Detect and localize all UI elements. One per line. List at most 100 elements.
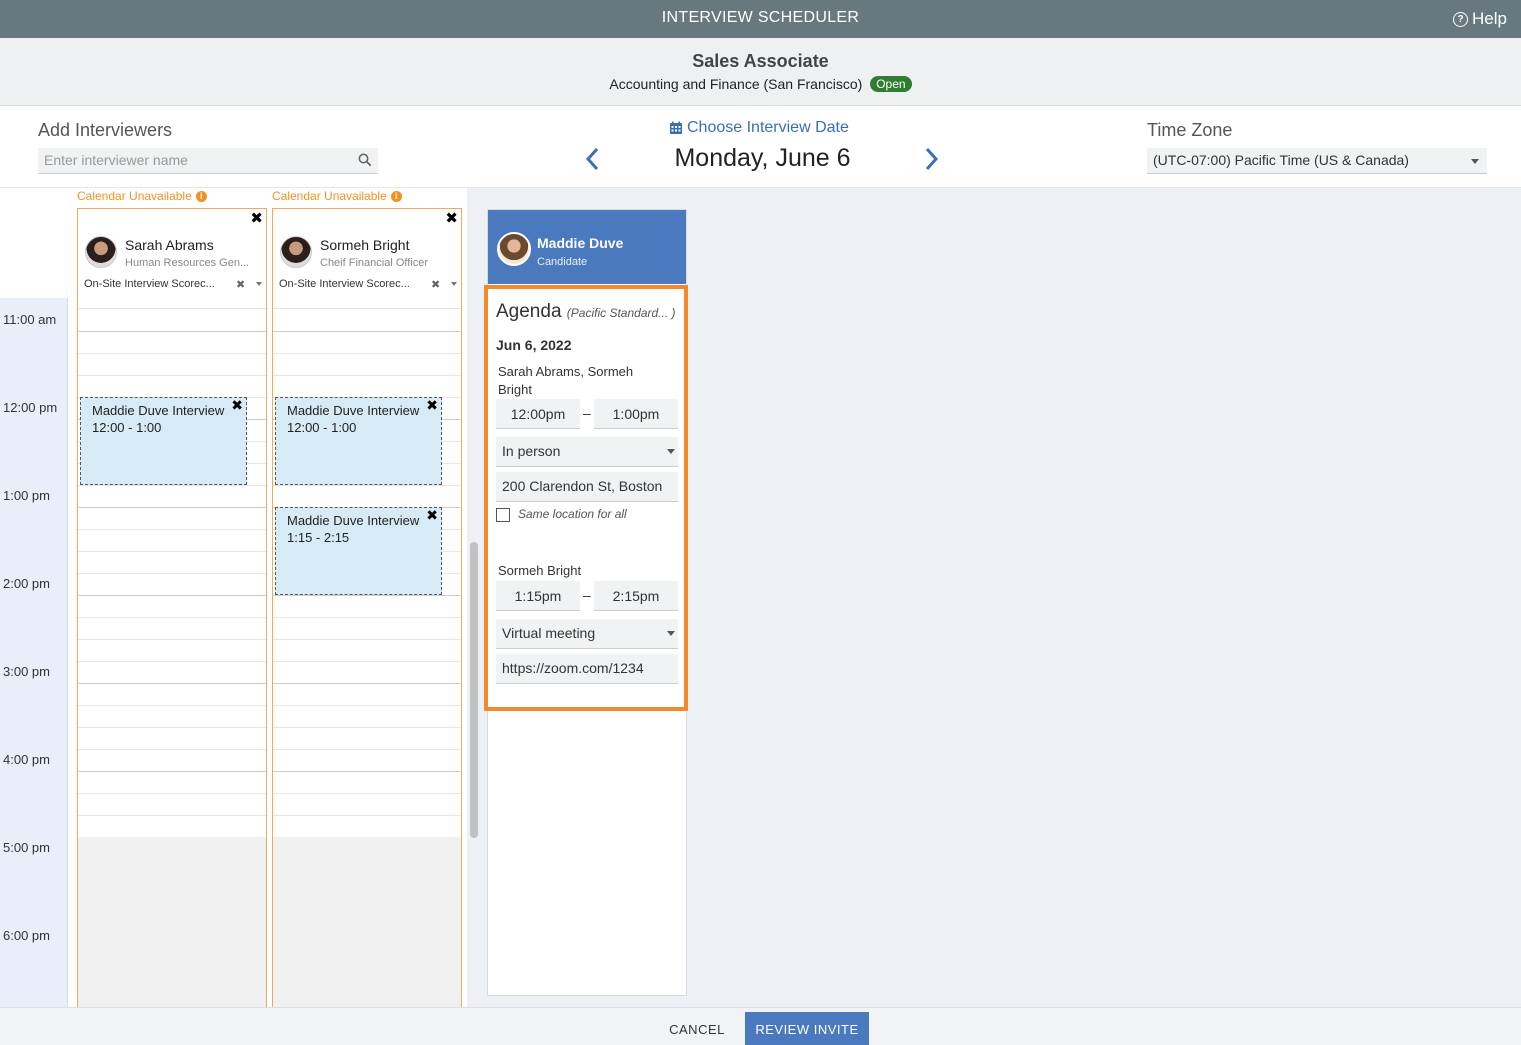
interviewer-role: Cheif Financial Officer bbox=[320, 257, 429, 269]
grid-line bbox=[273, 353, 461, 354]
search-icon[interactable] bbox=[358, 153, 372, 167]
after-hours-block bbox=[78, 837, 266, 1007]
grid-line bbox=[78, 705, 266, 706]
grid-line bbox=[78, 353, 266, 354]
time-grid[interactable]: Maddie Duve Interview 12:00 - 1:00 ✖ bbox=[78, 309, 266, 1007]
interviewer-header: ✖ Sarah Abrams Human Resources Gen... On… bbox=[78, 209, 266, 309]
agenda-title: Agenda (Pacific Standard... ) bbox=[496, 301, 676, 323]
time-separator: – bbox=[583, 405, 591, 421]
grid-line bbox=[78, 595, 266, 596]
avatar bbox=[497, 232, 531, 266]
time-label: 11:00 am bbox=[3, 312, 57, 327]
interviewer-name: Sarah Abrams bbox=[125, 237, 214, 253]
review-invite-button[interactable]: REVIEW INVITE bbox=[745, 1012, 869, 1045]
time-label: 6:00 pm bbox=[3, 928, 50, 943]
grid-line bbox=[78, 529, 266, 530]
grid-line bbox=[273, 793, 461, 794]
grid-line bbox=[273, 727, 461, 728]
location-field[interactable]: 200 Clarendon St, Boston bbox=[496, 472, 678, 502]
agenda-interviewers: Sormeh Bright bbox=[498, 563, 582, 578]
calendar-unavailable-label: Calendar Unavailable bbox=[272, 189, 387, 203]
timezone-select[interactable]: (UTC-07:00) Pacific Time (US & Canada) bbox=[1147, 148, 1487, 174]
grid-line bbox=[273, 375, 461, 376]
grid-line bbox=[273, 749, 461, 750]
close-icon[interactable]: ✖ bbox=[231, 397, 243, 414]
same-location-label: Same location for all bbox=[518, 507, 627, 521]
cancel-button[interactable]: CANCEL bbox=[660, 1012, 734, 1045]
help-icon: ? bbox=[1453, 11, 1469, 27]
close-icon[interactable]: ✖ bbox=[426, 507, 438, 524]
candidate-name: Maddie Duve bbox=[537, 235, 624, 251]
interviewer-role: Human Resources Gen... bbox=[125, 257, 250, 269]
interviewer-column: ✖ Sormeh Bright Cheif Financial Officer … bbox=[272, 208, 462, 1007]
event-time: 12:00 - 1:00 bbox=[92, 420, 162, 435]
grid-line bbox=[273, 815, 461, 816]
timezone-label: Time Zone bbox=[1147, 120, 1233, 140]
event-time: 1:15 - 2:15 bbox=[287, 530, 350, 545]
grid-line bbox=[78, 485, 266, 486]
caret-down-icon bbox=[256, 282, 262, 286]
end-time-field[interactable]: 2:15pm bbox=[594, 581, 678, 611]
agenda-panel: Agenda (Pacific Standard... ) Jun 6, 202… bbox=[484, 285, 688, 711]
event-time: 12:00 - 1:00 bbox=[287, 420, 357, 435]
calendar-unavailable-label: Calendar Unavailable bbox=[77, 189, 192, 203]
start-time-field[interactable]: 12:00pm bbox=[496, 399, 580, 429]
same-location-checkbox[interactable] bbox=[496, 508, 510, 522]
close-icon[interactable]: ✖ bbox=[426, 397, 438, 414]
grid-line bbox=[78, 683, 266, 684]
current-date: Monday, June 6 bbox=[674, 144, 851, 172]
start-time-field[interactable]: 1:15pm bbox=[496, 581, 580, 611]
interview-event[interactable]: Maddie Duve Interview 12:00 - 1:00 ✖ bbox=[80, 397, 247, 485]
avatar bbox=[85, 236, 117, 268]
footer-actions: CANCEL REVIEW INVITE bbox=[0, 1007, 1521, 1045]
time-grid[interactable]: Maddie Duve Interview 12:00 - 1:00 ✖ Mad… bbox=[273, 309, 461, 1007]
timezone-value: (UTC-07:00) Pacific Time (US & Canada) bbox=[1153, 152, 1409, 168]
grid-line bbox=[273, 331, 461, 332]
help-label: Help bbox=[1472, 9, 1507, 28]
help-link[interactable]: ? Help bbox=[1453, 9, 1507, 29]
scorecard-select[interactable]: On-Site Interview Scorec... ✖ bbox=[279, 278, 459, 293]
calendar-icon bbox=[670, 121, 682, 134]
meeting-type-value: Virtual meeting bbox=[502, 625, 596, 641]
end-time-field[interactable]: 1:00pm bbox=[594, 399, 678, 429]
interview-event[interactable]: Maddie Duve Interview 1:15 - 2:15 ✖ bbox=[275, 507, 442, 595]
info-icon[interactable]: i bbox=[195, 190, 207, 202]
interview-event[interactable]: Maddie Duve Interview 12:00 - 1:00 ✖ bbox=[275, 397, 442, 485]
meeting-type-select[interactable]: Virtual meeting bbox=[496, 619, 678, 649]
time-label: 2:00 pm bbox=[3, 576, 50, 591]
close-icon[interactable]: ✖ bbox=[250, 209, 263, 227]
close-icon[interactable]: ✖ bbox=[445, 209, 458, 227]
clear-icon[interactable]: ✖ bbox=[431, 278, 440, 291]
scorecard-select[interactable]: On-Site Interview Scorec... ✖ bbox=[84, 278, 264, 293]
scheduler-controls: Add Interviewers Choose Interview Date M… bbox=[0, 106, 1521, 188]
chevron-right-icon[interactable] bbox=[921, 146, 941, 172]
event-title: Maddie Duve Interview bbox=[287, 513, 420, 528]
grid-line bbox=[273, 617, 461, 618]
candidate-header: Maddie Duve Candidate bbox=[488, 210, 686, 284]
chevron-left-icon[interactable] bbox=[583, 146, 603, 172]
meeting-type-select[interactable]: In person bbox=[496, 437, 678, 467]
grid-line bbox=[78, 551, 266, 552]
interviewer-search-input[interactable] bbox=[38, 148, 338, 172]
grid-line bbox=[78, 749, 266, 750]
info-icon[interactable]: i bbox=[390, 190, 402, 202]
interviewer-header: ✖ Sormeh Bright Cheif Financial Officer … bbox=[273, 209, 461, 309]
job-title: Sales Associate bbox=[692, 51, 829, 71]
grid-line bbox=[78, 639, 266, 640]
agenda-interviewers: Sarah Abrams, Sormeh Bright bbox=[498, 364, 634, 397]
calendar-unavailable-warning: Calendar Unavailable i bbox=[272, 189, 402, 203]
grid-line bbox=[273, 485, 461, 486]
grid-line bbox=[273, 683, 461, 684]
scorecard-value: On-Site Interview Scorec... bbox=[279, 278, 410, 290]
meeting-type-value: In person bbox=[502, 443, 561, 459]
scrollbar-thumb[interactable] bbox=[470, 542, 478, 838]
grid-line bbox=[273, 705, 461, 706]
choose-date-link[interactable]: Choose Interview Date bbox=[669, 119, 849, 137]
clear-icon[interactable]: ✖ bbox=[236, 278, 245, 291]
time-column: 11:00 am 12:00 pm 1:00 pm 2:00 pm 3:00 p… bbox=[0, 188, 68, 1007]
meeting-link-field[interactable]: https://zoom.com/1234 bbox=[496, 654, 678, 684]
grid-line bbox=[273, 771, 461, 772]
grid-line bbox=[78, 771, 266, 772]
grid-line bbox=[273, 661, 461, 662]
app-header: INTERVIEW SCHEDULER ? Help bbox=[0, 0, 1521, 38]
